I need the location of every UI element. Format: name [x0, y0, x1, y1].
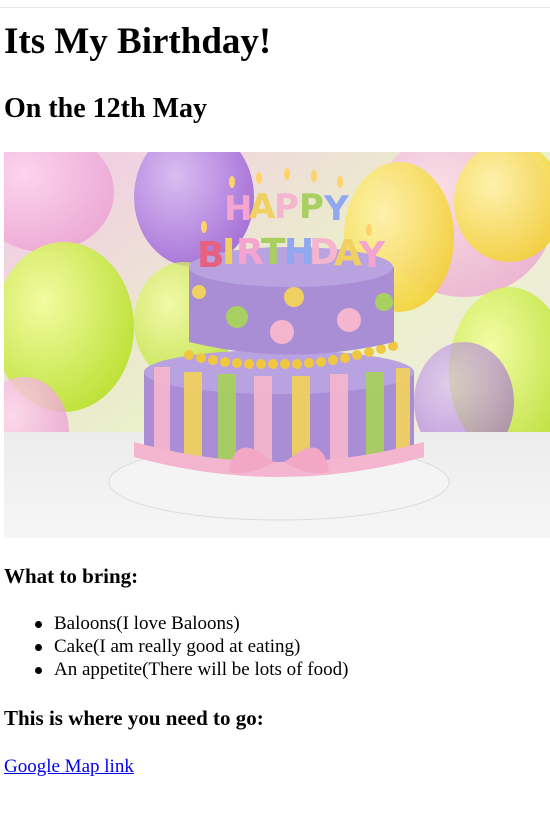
bring-list: Baloons(I love Baloons) Cake(I am really…	[35, 612, 349, 681]
bullet-icon	[35, 644, 42, 651]
date-heading: On the 12th May	[4, 93, 207, 124]
page-title: Its My Birthday!	[4, 21, 272, 62]
list-item-text: Baloons(I love Baloons)	[54, 613, 240, 634]
list-item: An appetite(There will be lots of food)	[35, 658, 349, 681]
svg-text:A: A	[249, 187, 276, 227]
list-item: Baloons(I love Baloons)	[35, 612, 348, 635]
list-item: Cake(I am really good at eating)	[35, 635, 348, 658]
svg-text:A: A	[334, 233, 362, 274]
svg-text:B: B	[197, 235, 224, 276]
bullet-icon	[35, 667, 42, 674]
what-to-bring-heading: What to bring:	[4, 564, 139, 588]
list-item-text: An appetite(There will be lots of food)	[54, 659, 349, 680]
svg-text:Y: Y	[323, 189, 349, 229]
birthday-cake-image: H A P P Y B I R T H D A Y	[4, 152, 550, 538]
location-heading: This is where you need to go:	[4, 706, 264, 730]
svg-text:T: T	[261, 232, 286, 273]
svg-text:P: P	[274, 187, 299, 227]
svg-text:I: I	[222, 232, 235, 273]
bullet-icon	[35, 621, 42, 628]
top-border	[0, 7, 550, 8]
svg-text:R: R	[236, 232, 264, 273]
svg-text:P: P	[299, 187, 324, 227]
list-item-text: Cake(I am really good at eating)	[54, 636, 301, 657]
google-map-link[interactable]: Google Map link	[4, 755, 134, 778]
svg-text:Y: Y	[358, 235, 386, 276]
